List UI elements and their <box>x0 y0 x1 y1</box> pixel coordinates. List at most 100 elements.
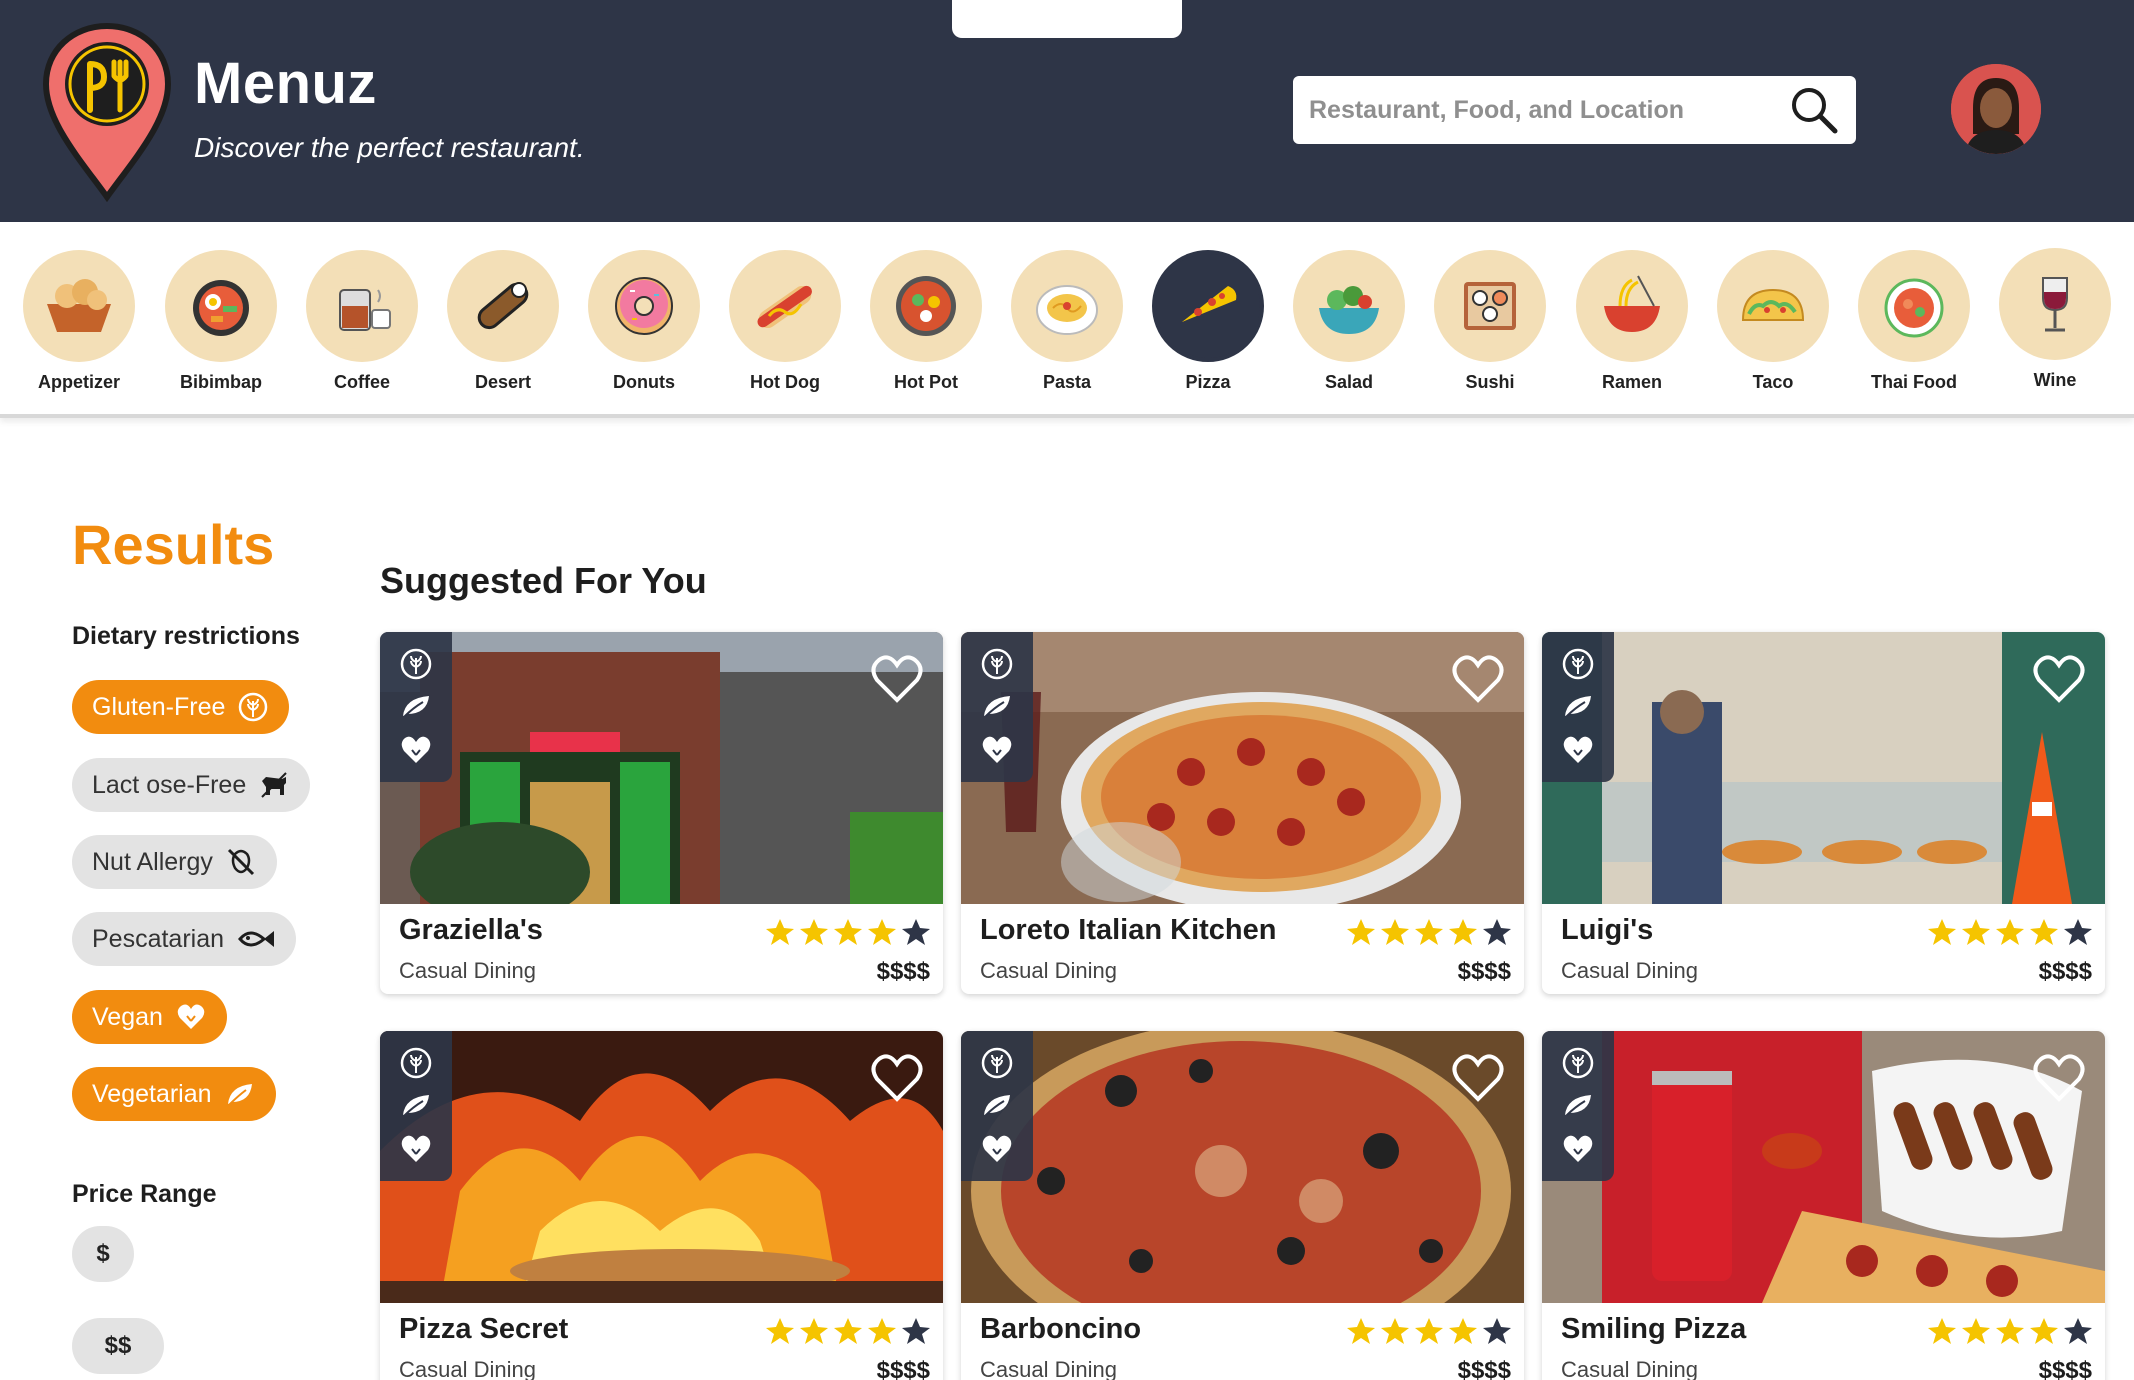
star-icon <box>1927 917 1957 947</box>
app-tagline: Discover the perfect restaurant. <box>194 132 585 163</box>
star-icon <box>2029 917 2059 947</box>
category-taco[interactable]: Taco <box>1708 250 1838 393</box>
restaurant-type: Casual Dining <box>980 1357 1117 1380</box>
price-option-1[interactable]: $ <box>72 1226 134 1282</box>
restaurant-type: Casual Dining <box>1561 958 1698 983</box>
filter-gluten-free[interactable]: Gluten-Free <box>72 680 290 734</box>
star-icon <box>1995 1316 2025 1346</box>
user-avatar-icon <box>1951 64 2041 154</box>
wheat-icon <box>399 1046 433 1080</box>
category-bibimbap[interactable]: Bibimbap <box>156 250 286 393</box>
price-level: $$$$ <box>2038 958 2092 985</box>
filter-vegetarian[interactable]: Vegetarian <box>72 1067 276 1121</box>
heart-icon <box>980 1132 1014 1166</box>
sushi-icon <box>1434 250 1546 362</box>
app-title: Menuz <box>194 51 377 116</box>
category-coffee[interactable]: Coffee <box>297 250 427 393</box>
diet-badges <box>380 632 452 782</box>
price-heading: Price Range <box>72 1180 217 1208</box>
chip-label: Gluten-Free <box>92 692 226 721</box>
category-label: Pasta <box>1042 372 1092 392</box>
star-icon <box>765 917 795 947</box>
star-icon <box>1346 1316 1376 1346</box>
restaurant-card[interactable]: Barboncino Casual Dining $$$$ <box>961 1031 1524 1380</box>
star-empty-icon <box>1482 917 1512 947</box>
search-icon[interactable] <box>1788 84 1840 136</box>
restaurant-name: Loreto Italian Kitchen <box>980 914 1277 946</box>
wheat-icon <box>980 1046 1014 1080</box>
category-pasta[interactable]: Pasta <box>1002 250 1132 393</box>
category-label: Bibimbap <box>179 372 262 392</box>
wheat-icon <box>980 647 1014 681</box>
category-label: Desert <box>474 372 532 392</box>
category-label: Ramen <box>1601 372 1663 392</box>
star-icon <box>765 1316 795 1346</box>
fork-knife-pin-icon[interactable] <box>42 22 172 202</box>
chip-label: Vegan <box>92 1002 163 1031</box>
category-label: Pizza <box>1185 372 1231 392</box>
favorite-heart-icon[interactable] <box>1450 1049 1506 1105</box>
dietary-heading: Dietary restrictions <box>72 622 300 650</box>
user-avatar[interactable] <box>1951 64 2041 154</box>
star-empty-icon <box>901 1316 931 1346</box>
star-icon <box>1448 1316 1478 1346</box>
category-hot-dog[interactable]: Hot Dog <box>720 250 850 393</box>
heart-icon <box>399 733 433 767</box>
leaf-icon <box>399 1089 433 1123</box>
search-input[interactable] <box>1309 95 1788 125</box>
ramen-icon <box>1576 250 1688 362</box>
favorite-heart-icon[interactable] <box>1450 650 1506 706</box>
pasta-icon <box>1011 250 1123 362</box>
filter-nut-allergy[interactable]: Nut Allergy <box>72 835 277 889</box>
category-label: Wine <box>2033 370 2077 390</box>
restaurant-type: Casual Dining <box>980 958 1117 983</box>
heart-icon <box>177 1004 205 1029</box>
category-label: Sushi <box>1465 372 1515 392</box>
price-level: $$$$ <box>876 958 930 985</box>
category-appetizer[interactable]: Appetizer <box>14 250 144 393</box>
category-ramen[interactable]: Ramen <box>1567 250 1697 393</box>
restaurant-type: Casual Dining <box>399 1357 536 1380</box>
category-desert[interactable]: Desert <box>438 250 568 393</box>
chip-label: Pescatarian <box>92 924 225 953</box>
diet-badges <box>961 632 1033 782</box>
category-wine[interactable]: Wine <box>1990 248 2120 391</box>
star-icon <box>867 917 897 947</box>
restaurant-name: Pizza Secret <box>399 1313 569 1345</box>
category-label: Appetizer <box>37 372 120 392</box>
favorite-heart-icon[interactable] <box>869 650 925 706</box>
category-thai-food[interactable]: Thai Food <box>1849 250 1979 393</box>
category-pizza[interactable]: Pizza <box>1143 250 1273 393</box>
leaf-icon <box>1561 690 1595 724</box>
star-empty-icon <box>1482 1316 1512 1346</box>
star-icon <box>1380 917 1410 947</box>
restaurant-card[interactable]: Pizza Secret Casual Dining $$$$ <box>380 1031 943 1380</box>
category-label: Taco <box>1752 372 1794 392</box>
search-bar[interactable] <box>1293 76 1856 144</box>
favorite-heart-icon[interactable] <box>2031 650 2087 706</box>
category-sushi[interactable]: Sushi <box>1425 250 1555 393</box>
favorite-heart-icon[interactable] <box>2031 1049 2087 1105</box>
filter-vegan[interactable]: Vegan <box>72 990 227 1044</box>
star-empty-icon <box>2063 1316 2093 1346</box>
heart-icon <box>1561 733 1595 767</box>
category-label: Hot Pot <box>894 372 958 392</box>
filter-lactose-free[interactable]: Lact ose-Free <box>72 758 311 812</box>
category-salad[interactable]: Salad <box>1284 250 1414 393</box>
star-rating <box>1346 917 1512 947</box>
filter-pescatarian[interactable]: Pescatarian <box>72 912 297 966</box>
favorite-heart-icon[interactable] <box>869 1049 925 1105</box>
restaurant-card[interactable]: Smiling Pizza Casual Dining $$$$ <box>1542 1031 2105 1380</box>
wheat-icon <box>1561 1046 1595 1080</box>
restaurant-card[interactable]: Graziella's Casual Dining $$$$ <box>380 632 943 994</box>
category-donuts[interactable]: Donuts <box>579 250 709 393</box>
hot-dog-icon <box>729 250 841 362</box>
price-option-2[interactable]: $$ <box>72 1318 164 1374</box>
restaurant-card[interactable]: Loreto Italian Kitchen Casual Dining $$$… <box>961 632 1524 994</box>
category-hot-pot[interactable]: Hot Pot <box>861 250 991 393</box>
restaurant-card[interactable]: Luigi's Casual Dining $$$$ <box>1542 632 2105 994</box>
star-icon <box>1346 917 1376 947</box>
restaurant-name: Graziella's <box>399 914 543 946</box>
wine-icon <box>1999 248 2111 360</box>
pizza-icon <box>1152 250 1264 362</box>
